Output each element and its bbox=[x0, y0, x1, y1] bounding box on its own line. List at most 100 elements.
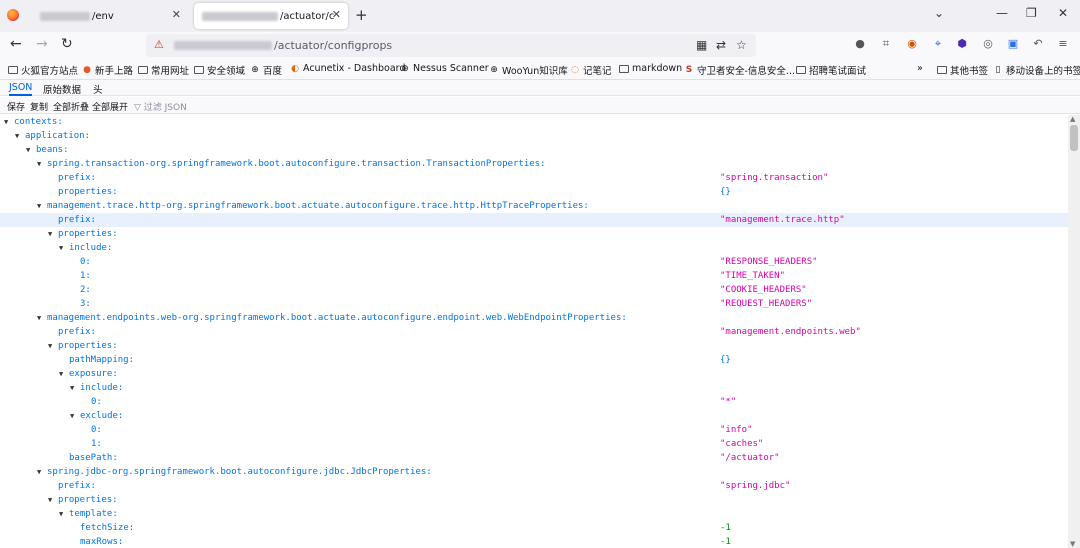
expand-toggle-icon[interactable]: ▼ bbox=[37, 311, 41, 325]
expand-toggle-icon[interactable]: ▼ bbox=[59, 367, 63, 381]
json-row[interactable]: basePath: "/actuator" bbox=[0, 451, 1068, 465]
reload-button[interactable]: ↻ bbox=[61, 36, 73, 52]
chevron-right-icon[interactable]: » bbox=[917, 63, 923, 74]
bookmark-item[interactable]: S 守卫者安全-信息安全... bbox=[684, 63, 795, 77]
tab-configprops[interactable]: /actuator/c ✕ bbox=[194, 3, 348, 29]
tab-headers[interactable]: 头 bbox=[93, 82, 103, 96]
extension-icon[interactable]: ◉ bbox=[906, 38, 918, 50]
close-icon[interactable]: ✕ bbox=[332, 8, 341, 21]
bookmark-item[interactable]: 其他书签 bbox=[937, 63, 988, 77]
expand-toggle-icon[interactable]: ▼ bbox=[15, 129, 19, 143]
bookmark-item[interactable]: ◌ 记笔记 bbox=[570, 63, 611, 77]
back-button[interactable]: ← bbox=[10, 36, 22, 52]
json-row[interactable]: ▼ spring.jdbc-org.springframework.boot.au… bbox=[0, 465, 1068, 479]
json-row[interactable]: ▼ contexts: bbox=[0, 115, 1068, 129]
extension-icon[interactable]: ● bbox=[854, 38, 866, 50]
tab-raw-data[interactable]: 原始数据 bbox=[43, 82, 81, 96]
json-row[interactable]: maxRows: -1 bbox=[0, 535, 1068, 548]
expand-toggle-icon[interactable]: ▼ bbox=[48, 493, 52, 507]
new-tab-button[interactable]: + bbox=[355, 6, 368, 24]
json-row[interactable]: ▼ exposure: bbox=[0, 367, 1068, 381]
expand-toggle-icon[interactable]: ▼ bbox=[70, 381, 74, 395]
collapse-all-button[interactable]: 全部折叠 bbox=[53, 100, 89, 113]
bookmark-item[interactable]: ▯ 移动设备上的书签 bbox=[993, 63, 1080, 77]
expand-toggle-icon[interactable]: ▼ bbox=[37, 465, 41, 479]
tab-env[interactable]: /env ✕ bbox=[32, 3, 188, 29]
qr-code-icon[interactable]: ▦ bbox=[696, 38, 707, 52]
json-row[interactable]: 2: "COOKIE_HEADERS" bbox=[0, 283, 1068, 297]
expand-toggle-icon[interactable]: ▼ bbox=[59, 241, 63, 255]
translate-icon[interactable]: ⇄ bbox=[716, 38, 726, 52]
json-row[interactable]: 1: "TIME_TAKEN" bbox=[0, 269, 1068, 283]
json-row[interactable]: ▼ management.endpoints.web-org.springfram… bbox=[0, 311, 1068, 325]
json-row[interactable]: prefix: "spring.transaction" bbox=[0, 171, 1068, 185]
json-row[interactable]: properties: {} bbox=[0, 185, 1068, 199]
bookmark-star-icon[interactable]: ☆ bbox=[736, 38, 747, 52]
json-row[interactable]: 0: "*" bbox=[0, 395, 1068, 409]
window-close-button[interactable]: ✕ bbox=[1058, 6, 1068, 20]
expand-toggle-icon[interactable]: ▼ bbox=[26, 143, 30, 157]
expand-toggle-icon[interactable]: ▼ bbox=[59, 507, 63, 521]
scroll-up-icon[interactable]: ▲ bbox=[1070, 115, 1075, 123]
json-row[interactable]: prefix: "management.endpoints.web" bbox=[0, 325, 1068, 339]
bookmark-item[interactable]: 安全领域 bbox=[194, 63, 245, 77]
bookmark-item[interactable]: ⊕ 百度 bbox=[250, 63, 282, 77]
bookmark-item[interactable]: 火狐官方站点 bbox=[8, 63, 78, 77]
minimize-button[interactable]: — bbox=[996, 6, 1008, 20]
bookmark-item[interactable]: ⊕ Nessus Scanner bbox=[400, 63, 489, 74]
expand-toggle-icon[interactable]: ▼ bbox=[4, 115, 8, 129]
json-row[interactable]: ▼ spring.transaction-org.springframework.… bbox=[0, 157, 1068, 171]
scroll-down-icon[interactable]: ▼ bbox=[1070, 540, 1075, 548]
json-row[interactable]: ▼ template: bbox=[0, 507, 1068, 521]
json-row[interactable]: ▼ exclude: bbox=[0, 409, 1068, 423]
bookmark-item[interactable]: ⊕ WooYun知识库 bbox=[489, 63, 568, 77]
json-row[interactable]: fetchSize: -1 bbox=[0, 521, 1068, 535]
bookmark-item[interactable]: ● 新手上路 bbox=[82, 63, 133, 77]
tracking-protection-icon[interactable]: ⚠ bbox=[154, 38, 164, 51]
expand-toggle-icon[interactable]: ▼ bbox=[48, 339, 52, 353]
json-row[interactable]: 0: "RESPONSE_HEADERS" bbox=[0, 255, 1068, 269]
translate-extension-icon[interactable]: ▣ bbox=[1007, 38, 1019, 50]
scrollbar-thumb[interactable] bbox=[1070, 125, 1078, 151]
json-row[interactable]: prefix: "management.trace.http" bbox=[0, 213, 1068, 227]
json-row[interactable]: pathMapping: {} bbox=[0, 353, 1068, 367]
json-row[interactable]: ▼ beans: bbox=[0, 143, 1068, 157]
json-row[interactable]: 3: "REQUEST_HEADERS" bbox=[0, 297, 1068, 311]
json-row[interactable]: 0: "info" bbox=[0, 423, 1068, 437]
save-button[interactable]: 保存 bbox=[7, 100, 25, 113]
json-row[interactable]: prefix: "spring.jdbc" bbox=[0, 479, 1068, 493]
extension-icon[interactable]: ⬢ bbox=[956, 38, 968, 50]
bookmark-item[interactable]: 常用网址 bbox=[138, 63, 189, 77]
filter-json-input[interactable]: ▽ 过滤 JSON bbox=[134, 100, 187, 113]
expand-toggle-icon[interactable]: ▼ bbox=[48, 227, 52, 241]
restore-button[interactable]: ❐ bbox=[1026, 6, 1037, 20]
copy-button[interactable]: 复制 bbox=[30, 100, 48, 113]
json-row[interactable]: ▼ application: bbox=[0, 129, 1068, 143]
expand-toggle-icon[interactable]: ▼ bbox=[37, 199, 41, 213]
url-bar[interactable]: ⚠ /actuator/configprops ▦ ⇄ ☆ bbox=[146, 34, 756, 57]
json-row[interactable]: ▼ include: bbox=[0, 381, 1068, 395]
bookmark-item[interactable]: 招聘笔试面试 bbox=[796, 63, 866, 77]
expand-toggle-icon[interactable]: ▼ bbox=[37, 157, 41, 171]
expand-toggle-icon[interactable]: ▼ bbox=[70, 409, 74, 423]
json-row[interactable]: ▼ management.trace.http-org.springframewo… bbox=[0, 199, 1068, 213]
url-text[interactable]: /actuator/configprops bbox=[274, 39, 392, 52]
crop-icon[interactable]: ⌗ bbox=[880, 38, 892, 50]
close-icon[interactable]: ✕ bbox=[172, 8, 181, 21]
screenshot-icon[interactable]: ⌖ bbox=[932, 38, 944, 50]
chevron-down-icon[interactable]: ⌄ bbox=[934, 6, 944, 20]
expand-all-button[interactable]: 全部展开 bbox=[92, 100, 128, 113]
json-row[interactable]: ▼ properties: bbox=[0, 493, 1068, 507]
undo-icon[interactable]: ↶ bbox=[1032, 38, 1044, 50]
extension-icon[interactable]: ◎ bbox=[982, 38, 994, 50]
tab-json[interactable]: JSON bbox=[9, 82, 33, 96]
forward-button[interactable]: → bbox=[36, 36, 48, 52]
bookmark-item[interactable]: markdown bbox=[619, 63, 682, 74]
json-row[interactable]: 1: "caches" bbox=[0, 437, 1068, 451]
json-row[interactable]: ▼ properties: bbox=[0, 227, 1068, 241]
json-row[interactable]: ▼ include: bbox=[0, 241, 1068, 255]
menu-icon[interactable]: ≡ bbox=[1057, 38, 1069, 50]
json-row[interactable]: ▼ properties: bbox=[0, 339, 1068, 353]
vertical-scrollbar[interactable]: ▲ ▼ bbox=[1068, 115, 1080, 548]
bookmark-item[interactable]: ◐ Acunetix - Dashboard bbox=[290, 63, 405, 74]
